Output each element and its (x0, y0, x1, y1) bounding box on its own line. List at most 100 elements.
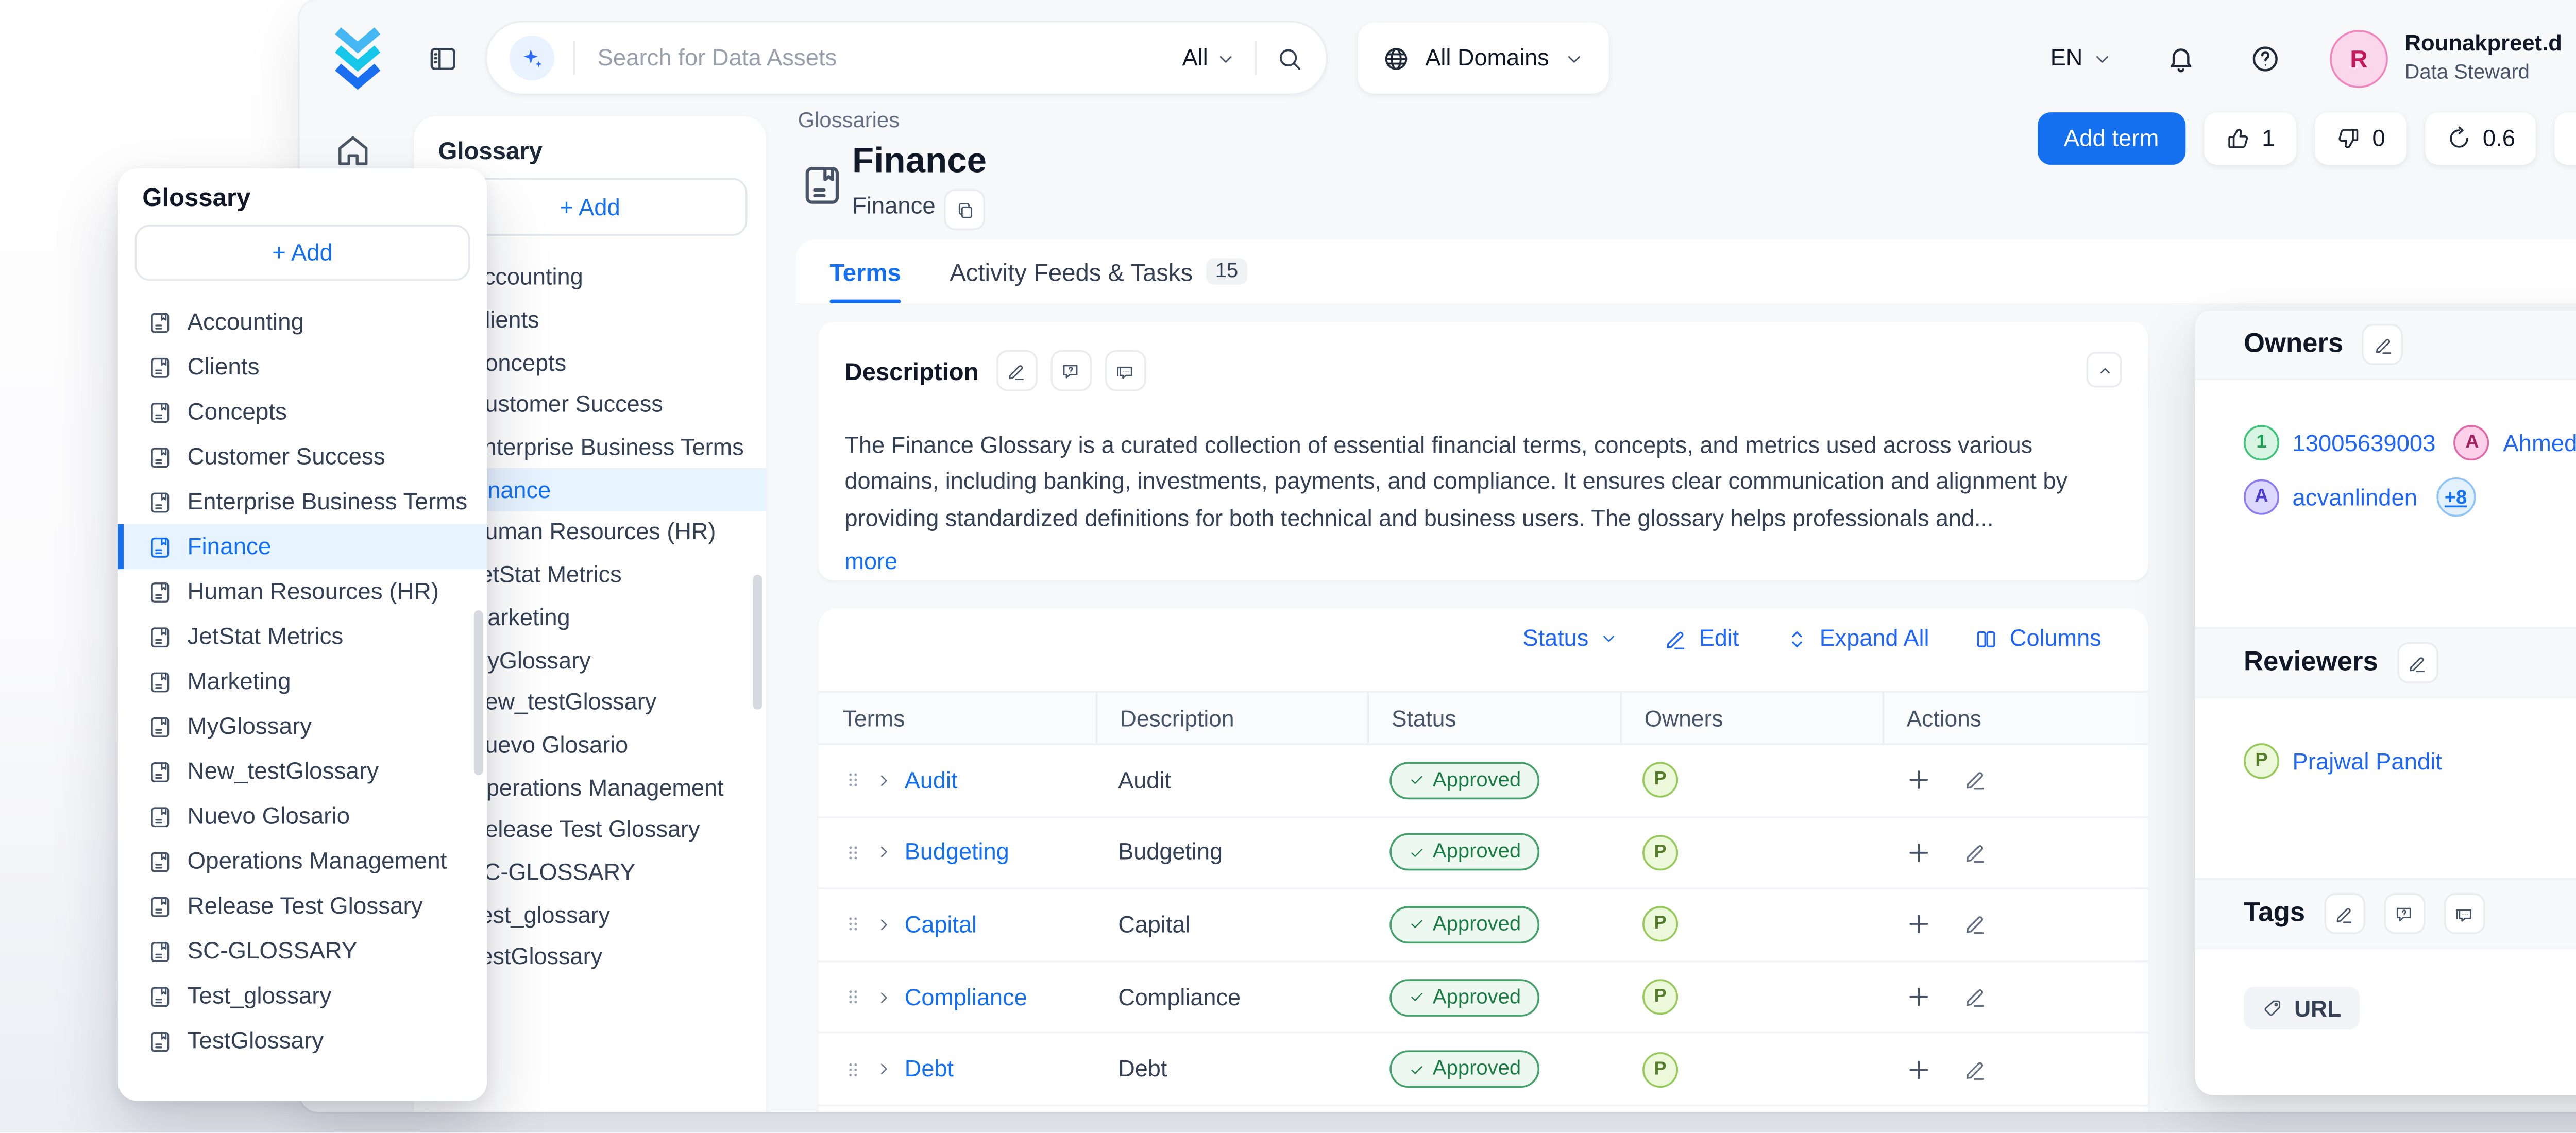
owner-avatar[interactable]: P (1642, 835, 1678, 870)
term-link[interactable]: Capital (905, 912, 977, 938)
search-icon[interactable] (1276, 44, 1304, 72)
add-child-term-icon[interactable] (1905, 766, 1933, 795)
glossary-item-release-test-glossary[interactable]: Release Test Glossary (118, 884, 487, 929)
columns-button[interactable]: Columns (1974, 625, 2102, 651)
glossary-item-concepts[interactable]: Concepts (118, 389, 487, 434)
term-link[interactable]: Audit (905, 767, 958, 794)
request-description-button[interactable] (1050, 350, 1091, 391)
expand-row-icon[interactable] (875, 1060, 893, 1078)
add-child-term-icon[interactable] (1905, 838, 1933, 867)
owners-overflow-badge[interactable]: +8 (2436, 477, 2475, 517)
owner-avatar[interactable]: P (1642, 907, 1678, 942)
owner-avatar[interactable]: P (1642, 763, 1678, 798)
user-chip-13005639003[interactable]: 113005639003 (2244, 425, 2436, 460)
glossary-item-marketing[interactable]: Marketing (118, 659, 487, 704)
expand-row-icon[interactable] (875, 916, 893, 934)
glossary-item-customer-success[interactable]: Customer Success (118, 434, 487, 479)
edit-tags-button[interactable] (2324, 893, 2365, 934)
edit-owners-button[interactable] (2362, 324, 2403, 365)
term-link[interactable]: Debt (905, 1056, 954, 1083)
table-row-budgeting[interactable]: BudgetingBudgetingApprovedP (819, 817, 2148, 889)
copy-icon (954, 199, 975, 220)
glossary-item-sc-glossary[interactable]: SC-GLOSSARY (118, 929, 487, 973)
version-button[interactable]: 0.6 (2425, 112, 2536, 165)
more-link[interactable]: more (844, 544, 897, 580)
search-scope-dropdown[interactable]: All (1182, 45, 1236, 71)
user-chip-acvanlinden[interactable]: Aacvanlinden (2244, 479, 2417, 515)
expand-all-button[interactable]: Expand All (1784, 625, 1929, 651)
add-child-term-icon[interactable] (1905, 983, 1933, 1011)
owner-avatar[interactable]: P (1642, 979, 1678, 1015)
edit-term-icon[interactable] (1963, 840, 1987, 865)
search-input[interactable] (594, 43, 1182, 73)
glossary-overlay-scrollbar[interactable] (474, 610, 483, 775)
app-logo-icon[interactable] (330, 26, 386, 90)
drag-handle-icon[interactable] (843, 770, 863, 791)
glossary-item-jetstat-metrics[interactable]: JetStat Metrics (118, 614, 487, 659)
glossary-item-nuevo-glosario[interactable]: Nuevo Glosario (118, 794, 487, 838)
term-link[interactable]: Budgeting (905, 839, 1009, 866)
glossary-item-new-testglossary[interactable]: New_testGlossary (118, 749, 487, 794)
domains-dropdown[interactable]: All Domains (1358, 23, 1609, 94)
drag-handle-icon[interactable] (843, 842, 863, 863)
owner-avatar[interactable]: P (1642, 1052, 1678, 1087)
home-icon[interactable] (333, 131, 372, 170)
downvote-button[interactable]: 0 (2314, 112, 2406, 165)
edit-term-icon[interactable] (1963, 768, 1987, 793)
user-avatar[interactable]: R (2330, 29, 2388, 87)
edit-term-icon[interactable] (1963, 913, 1987, 937)
tab-activity-feeds[interactable]: Activity Feeds & Tasks 15 (950, 239, 1247, 303)
user-chip-prajwal-pandit[interactable]: PPrajwal Pandit (2244, 743, 2442, 779)
glossary-item-human-resources-hr-[interactable]: Human Resources (HR) (118, 569, 487, 614)
collapse-description-button[interactable] (2087, 352, 2122, 387)
table-row-compliance[interactable]: ComplianceComplianceApprovedP (819, 962, 2148, 1034)
edit-term-icon[interactable] (1963, 985, 1987, 1009)
glossary-overlay-add-button[interactable]: + Add (135, 225, 470, 281)
sidebar-collapse-icon[interactable] (427, 42, 459, 74)
expand-row-icon[interactable] (875, 771, 893, 789)
glossary-item-test-glossary[interactable]: Test_glossary (118, 973, 487, 1018)
add-child-term-icon[interactable] (1905, 911, 1933, 939)
global-search-bar[interactable]: All (485, 21, 1328, 95)
request-tags-button[interactable] (2384, 893, 2425, 934)
tag-comments-button[interactable] (2444, 893, 2485, 934)
edit-description-button[interactable] (995, 350, 1037, 391)
ai-sparkle-button[interactable] (510, 36, 554, 80)
glossary-item-clients[interactable]: Clients (118, 345, 487, 389)
glossary-item-accounting[interactable]: Accounting (118, 300, 487, 345)
add-term-button[interactable]: Add term (2038, 112, 2185, 165)
table-row-debt[interactable]: DebtDebtApprovedP (819, 1034, 2148, 1106)
glossary-item-enterprise-business-terms[interactable]: Enterprise Business Terms (118, 479, 487, 524)
more-options-button[interactable] (2554, 112, 2576, 165)
glossary-item-myglossary[interactable]: MyGlossary (118, 704, 487, 749)
expand-row-icon[interactable] (875, 988, 893, 1006)
help-icon[interactable] (2249, 42, 2281, 74)
expand-row-icon[interactable] (875, 843, 893, 862)
drag-handle-icon[interactable] (843, 1059, 863, 1079)
tab-terms[interactable]: Terms (829, 239, 901, 303)
edit-table-button[interactable]: Edit (1664, 625, 1739, 651)
notifications-bell-icon[interactable] (2165, 42, 2197, 74)
tag-chip-url[interactable]: URL (2244, 987, 2360, 1030)
drag-handle-icon[interactable] (843, 915, 863, 935)
glossary-item-testglossary[interactable]: TestGlossary (118, 1019, 487, 1063)
table-row-audit[interactable]: AuditAuditApprovedP (819, 745, 2148, 817)
edit-term-icon[interactable] (1963, 1057, 1987, 1082)
breadcrumb[interactable]: Glossaries (798, 110, 900, 133)
copy-name-button[interactable] (944, 189, 985, 230)
drag-handle-icon[interactable] (843, 987, 863, 1007)
glossary-item-operations-management[interactable]: Operations Management (118, 839, 487, 884)
glossary-item-finance[interactable]: Finance (118, 524, 487, 569)
upvote-button[interactable]: 1 (2204, 112, 2296, 165)
term-link[interactable]: Compliance (905, 984, 1027, 1010)
table-row-capital[interactable]: CapitalCapitalApprovedP (819, 889, 2148, 962)
language-dropdown[interactable]: EN (2050, 45, 2113, 71)
book-icon (148, 759, 172, 783)
status-filter-dropdown[interactable]: Status (1523, 625, 1619, 651)
user-chip-ahmed-mohamed[interactable]: AAhmed Mohamed (2454, 425, 2576, 460)
comments-button[interactable] (1104, 350, 1145, 391)
edit-reviewers-button[interactable] (2397, 642, 2438, 683)
glossary-panel-scrollbar[interactable] (753, 575, 762, 710)
add-child-term-icon[interactable] (1905, 1055, 1933, 1084)
table-row-partial[interactable]: ApprovedP (819, 1106, 2148, 1112)
